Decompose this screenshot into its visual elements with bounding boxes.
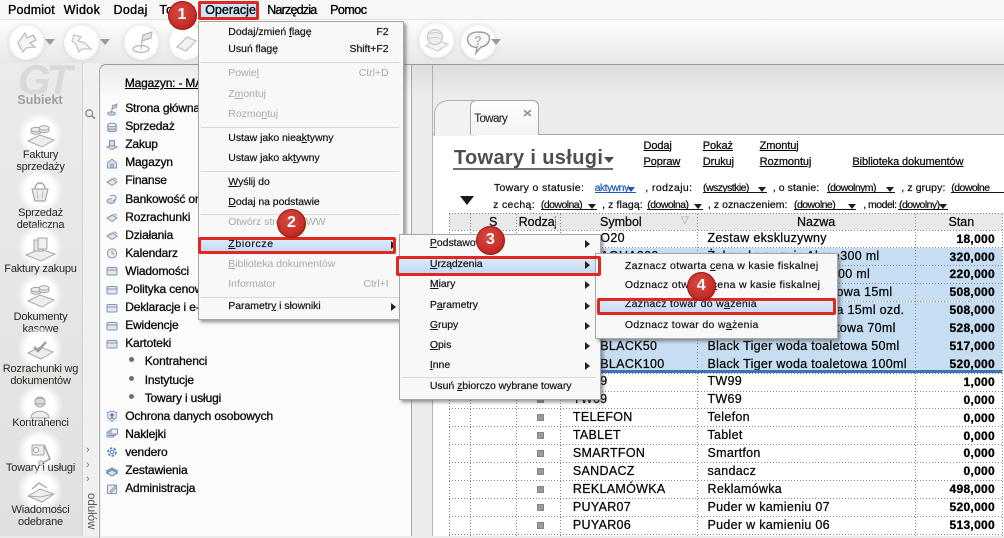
svg-text:?: ? bbox=[474, 33, 482, 48]
